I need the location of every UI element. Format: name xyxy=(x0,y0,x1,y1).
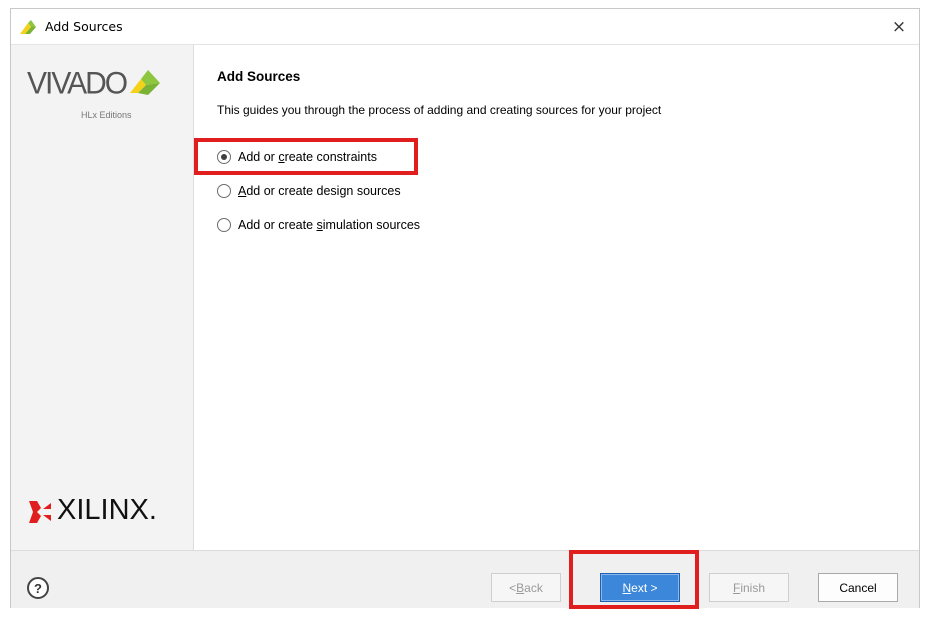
highlight-box-constraints xyxy=(194,138,418,175)
vivado-arrow-icon xyxy=(130,70,160,95)
window-title: Add Sources xyxy=(45,19,123,34)
finish-button[interactable]: Finish xyxy=(709,573,789,602)
vivado-icon xyxy=(20,20,36,34)
close-icon: × xyxy=(891,16,907,37)
vivado-edition-text: HLx Editions xyxy=(81,110,132,120)
back-button[interactable]: < Back xyxy=(491,573,561,602)
vivado-logo: VIVADO HLx Editions xyxy=(27,66,177,127)
xilinx-mark-icon xyxy=(29,501,51,523)
page-title: Add Sources xyxy=(217,69,301,84)
xilinx-logo: XILINX. xyxy=(27,494,187,534)
branding-sidebar: VIVADO HLx Editions XILINX. xyxy=(11,45,194,550)
vivado-logo-text: VIVADO xyxy=(27,66,128,101)
page-description: This guides you through the process of a… xyxy=(217,103,662,117)
xilinx-logo-text: XILINX. xyxy=(57,494,157,526)
add-sources-dialog: Add Sources × VIVADO HLx Editions XILINX… xyxy=(10,8,920,609)
option-add-design-sources[interactable]: Add or create design sources xyxy=(217,184,401,198)
question-mark-icon: ? xyxy=(34,580,42,596)
close-button[interactable]: × xyxy=(879,9,919,44)
highlight-box-next xyxy=(569,550,699,609)
cancel-button[interactable]: Cancel xyxy=(818,573,898,602)
help-button[interactable]: ? xyxy=(27,577,49,599)
title-bar: Add Sources × xyxy=(11,9,919,45)
option-add-simulation-sources[interactable]: Add or create simulation sources xyxy=(217,218,420,232)
radio-button[interactable] xyxy=(217,184,231,198)
option-label: Add or create simulation sources xyxy=(238,218,421,232)
radio-button[interactable] xyxy=(217,218,231,232)
option-label: Add or create design sources xyxy=(238,184,401,198)
dialog-footer: ? < Back Next > Finish Cancel xyxy=(11,550,919,608)
main-content: Add Sources This guides you through the … xyxy=(194,45,919,550)
